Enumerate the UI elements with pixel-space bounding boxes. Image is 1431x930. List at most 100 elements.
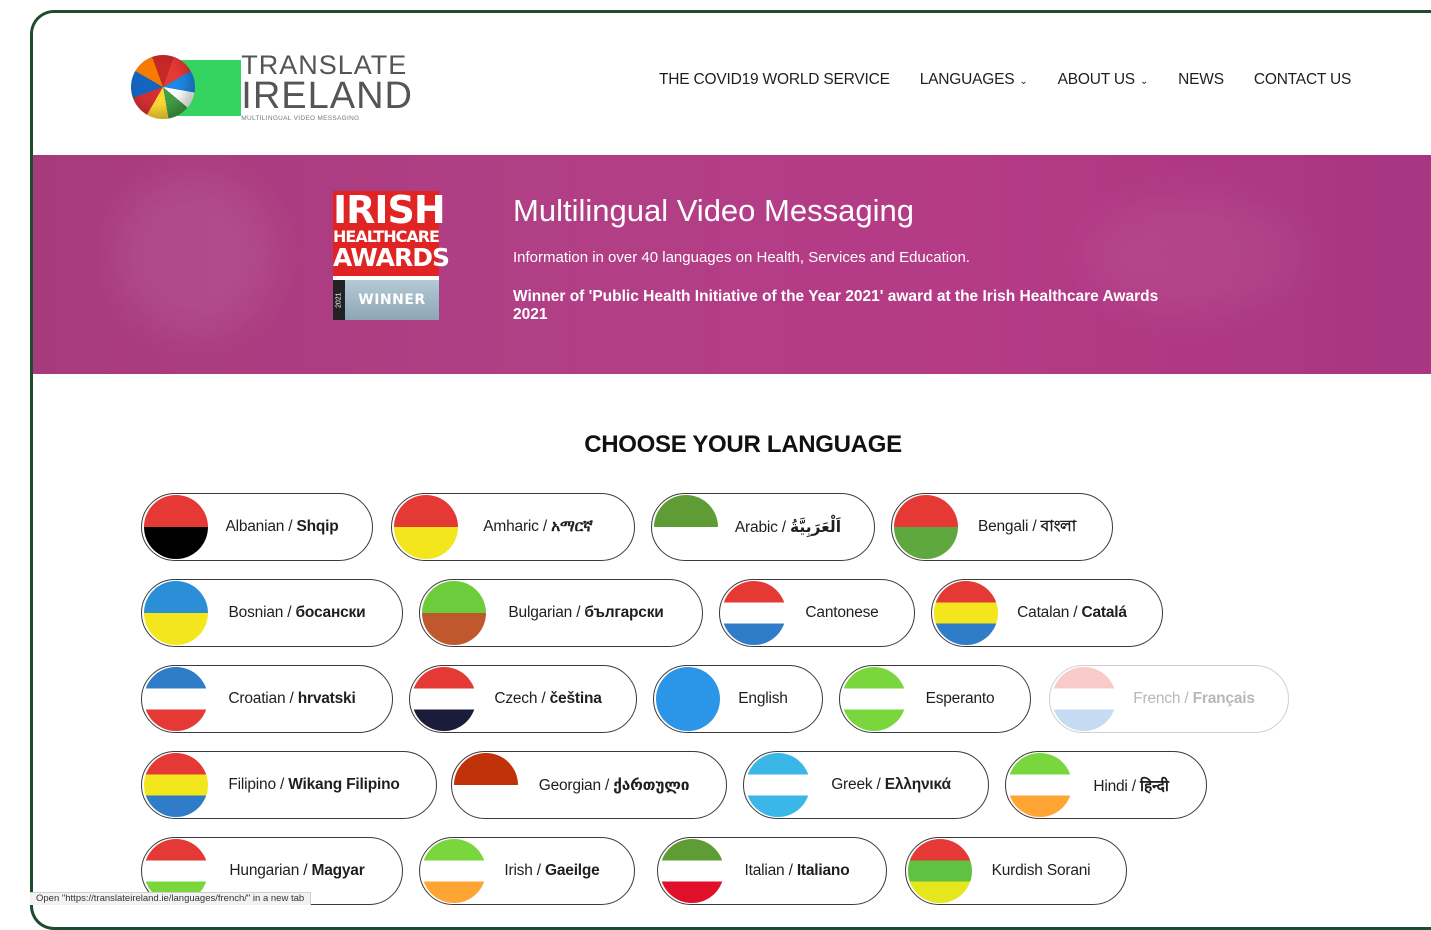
language-button-amharic[interactable]: Amharic / አማርኛ <box>391 493 635 561</box>
language-label: Irish / Gaeilge <box>486 862 634 880</box>
nav-label: CONTACT US <box>1253 71 1352 88</box>
language-native-name: Catalá <box>1081 604 1128 621</box>
language-button-irish[interactable]: Irish / Gaeilge <box>419 837 635 905</box>
language-button-czech[interactable]: Czech / čeština <box>409 665 637 733</box>
language-name: Hungarian <box>229 862 300 879</box>
language-native-name: Ελληνικά <box>884 776 951 793</box>
language-native-name: हिन्दी <box>1139 778 1169 795</box>
language-button-arabic[interactable]: Arabic / اَلْعَرَبِيَّةُ <box>651 493 875 561</box>
language-button-cantonese[interactable]: Cantonese <box>719 579 915 647</box>
flag-icon <box>1008 753 1072 817</box>
language-button-english[interactable]: English <box>653 665 823 733</box>
language-button-esperanto[interactable]: Esperanto <box>839 665 1031 733</box>
language-name: Albanian <box>225 518 285 535</box>
site-logo[interactable]: TRANSLATE IRELAND MULTILINGUAL VIDEO MES… <box>131 49 413 125</box>
language-button-croatian[interactable]: Croatian / hrvatski <box>141 665 393 733</box>
nav-contact-us[interactable]: CONTACT US <box>1253 71 1352 89</box>
language-name: Bulgarian <box>508 604 573 621</box>
hero-title: Multilingual Video Messaging <box>513 193 914 228</box>
language-native-name: Gaeilge <box>545 862 600 879</box>
nav-covid19-world-service[interactable]: THE COVID19 WORLD SERVICE <box>659 71 890 89</box>
language-label: Greek / Ελληνικά <box>810 776 988 794</box>
language-name: Czech <box>494 690 538 707</box>
language-label: Bulgarian / български <box>486 604 702 622</box>
language-button-bengali[interactable]: Bengali / বাংলা <box>891 493 1113 561</box>
language-name: Italian <box>744 862 785 879</box>
language-name: French <box>1133 690 1181 707</box>
language-name: Bosnian <box>228 604 284 621</box>
flag-icon <box>394 495 458 559</box>
language-native-name: български <box>584 604 664 621</box>
language-separator: / <box>1127 778 1140 795</box>
language-name: Georgian <box>538 776 601 794</box>
language-label: English <box>720 690 822 708</box>
language-separator: / <box>777 518 790 536</box>
logo-text: TRANSLATE IRELAND MULTILINGUAL VIDEO MES… <box>241 51 413 123</box>
nav-about-us[interactable]: ABOUT US ⌄ <box>1058 71 1149 89</box>
language-label: Hungarian / Magyar <box>208 862 402 880</box>
language-button-albanian[interactable]: Albanian / Shqip <box>141 493 373 561</box>
language-name: Greek <box>831 776 873 793</box>
language-native-name: Shqip <box>296 518 339 535</box>
nav-news[interactable]: NEWS <box>1178 71 1224 89</box>
language-label: Georgian / ქართული <box>518 776 726 795</box>
language-native-name: اَلْعَرَبِيَّةُ <box>789 518 842 536</box>
language-separator: / <box>600 776 614 794</box>
language-name: English <box>738 690 788 707</box>
language-separator: / <box>872 776 885 793</box>
language-separator: / <box>537 690 550 707</box>
language-button-italian[interactable]: Italian / Italiano <box>657 837 887 905</box>
chevron-down-icon: ⌄ <box>1139 75 1149 87</box>
language-label: Bosnian / босански <box>208 604 402 622</box>
language-button-greek[interactable]: Greek / Ελληνικά <box>743 751 989 819</box>
badge-title-block: IRISH HEALTHCARE AWARDS <box>333 191 450 276</box>
language-native-name: ქართული <box>613 776 690 794</box>
language-button-georgian[interactable]: Georgian / ქართული <box>451 751 727 819</box>
language-label: Bengali / বাংলা <box>958 514 1112 540</box>
language-name: Arabic <box>734 518 778 536</box>
language-button-kurdish-sorani[interactable]: Kurdish Sorani <box>905 837 1127 905</box>
flag-icon <box>454 753 518 817</box>
badge-line3: AWARDS <box>333 243 450 272</box>
chevron-down-icon: ⌄ <box>1019 75 1028 87</box>
nav-label: LANGUAGES <box>919 71 1015 88</box>
language-separator: / <box>784 862 797 879</box>
language-button-hindi[interactable]: Hindi / हिन्दी <box>1005 751 1207 819</box>
language-name: Filipino <box>228 776 276 793</box>
language-button-bulgarian[interactable]: Bulgarian / български <box>419 579 703 647</box>
language-button-bosnian[interactable]: Bosnian / босански <box>141 579 403 647</box>
language-separator: / <box>572 604 585 621</box>
flag-icon <box>934 581 998 645</box>
language-native-name: čeština <box>549 690 602 707</box>
language-button-french[interactable]: French / Français <box>1049 665 1289 733</box>
choose-language-heading: CHOOSE YOUR LANGUAGE <box>584 431 902 458</box>
language-label: Italian / Italiano <box>724 862 886 880</box>
flag-icon <box>908 839 972 903</box>
language-separator: / <box>275 776 289 793</box>
logo-line2: IRELAND <box>241 74 413 117</box>
language-label: Arabic / اَلْعَرَبِيَّةُ <box>718 518 874 537</box>
flag-icon <box>144 581 208 645</box>
hero-award-text: Winner of 'Public Health Initiative of t… <box>513 288 1159 323</box>
language-native-name: አማርኛ <box>551 518 593 535</box>
language-label: Czech / čeština <box>476 690 636 708</box>
site-header: TRANSLATE IRELAND MULTILINGUAL VIDEO MES… <box>33 13 1431 155</box>
language-native-name: বাংলা <box>1040 518 1077 535</box>
language-name: Kurdish Sorani <box>991 862 1091 879</box>
language-separator: / <box>299 862 312 879</box>
language-name: Irish <box>504 862 533 879</box>
badge-winner-block: 2021 WINNER <box>333 280 439 320</box>
nav-languages[interactable]: LANGUAGES ⌄ <box>920 71 1028 89</box>
language-separator: / <box>1180 690 1193 707</box>
language-button-catalan[interactable]: Catalan / Catalá <box>931 579 1163 647</box>
flag-icon <box>894 495 958 559</box>
language-separator: / <box>1069 604 1082 621</box>
flag-icon <box>144 495 208 559</box>
flag-icon <box>660 839 724 903</box>
language-button-filipino[interactable]: Filipino / Wikang Filipino <box>141 751 437 819</box>
language-native-name: босански <box>295 604 366 621</box>
badge-year: 2021 <box>333 280 345 320</box>
language-native-name: hrvatski <box>297 690 356 707</box>
language-label: French / Français <box>1116 690 1288 708</box>
nav-label: ABOUT US <box>1057 71 1136 88</box>
